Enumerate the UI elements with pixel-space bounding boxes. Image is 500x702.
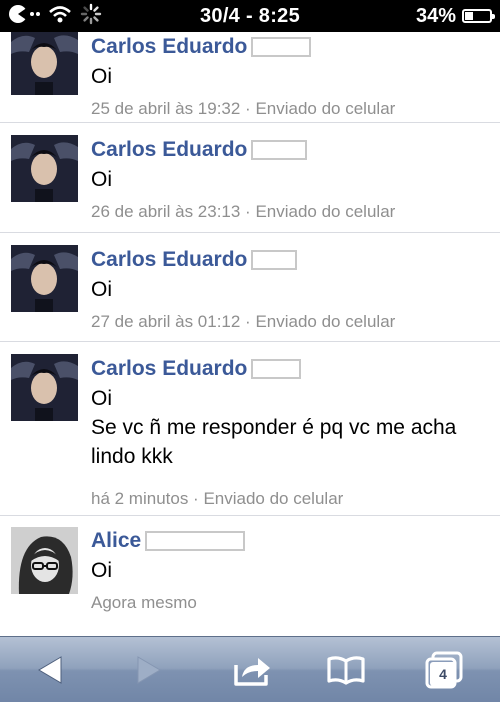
- message-timestamp: 27 de abril às 01:12 · Enviado do celula…: [91, 312, 396, 331]
- redacted-name-box: [251, 250, 298, 270]
- message-content: Carlos Eduardo Oi Se vc ñ me responder é…: [91, 356, 488, 509]
- avatar[interactable]: [11, 527, 78, 594]
- status-bar: 30/4 - 8:25 34%: [0, 0, 500, 32]
- redacted-name-box: [251, 37, 312, 57]
- bookmarks-button[interactable]: [316, 647, 376, 693]
- share-button[interactable]: [222, 647, 282, 693]
- avatar[interactable]: [11, 245, 78, 312]
- forward-arrow-icon: [134, 655, 164, 685]
- battery-percent: 34%: [415, 4, 456, 27]
- message-item[interactable]: Alice Oi Agora mesmo: [0, 516, 500, 636]
- browser-toolbar: 4: [0, 636, 500, 702]
- tabs-icon: 4: [419, 647, 469, 693]
- message-item[interactable]: Carlos Eduardo Oi 26 de abril às 23:13 ·…: [0, 123, 500, 233]
- battery-icon: [462, 9, 495, 23]
- back-arrow-icon: [35, 655, 65, 685]
- message-timestamp: há 2 minutos · Enviado do celular: [91, 489, 344, 508]
- forward-button[interactable]: [119, 647, 179, 693]
- message-item[interactable]: Carlos Eduardo Oi Se vc ñ me responder é…: [0, 342, 500, 516]
- avatar[interactable]: [11, 32, 78, 95]
- message-text: Oi: [91, 168, 112, 191]
- message-text: Se vc ñ me responder é pq vc me acha lin…: [91, 416, 457, 468]
- sender-name[interactable]: Carlos Eduardo: [91, 138, 247, 162]
- back-button[interactable]: [20, 647, 80, 693]
- tabs-button[interactable]: 4: [414, 647, 474, 693]
- battery-indicator: 34%: [415, 4, 495, 27]
- message-timestamp: 26 de abril às 23:13 · Enviado do celula…: [91, 202, 396, 221]
- sender-name[interactable]: Carlos Eduardo: [91, 248, 247, 272]
- message-content: Alice Oi Agora mesmo: [91, 528, 488, 613]
- message-item[interactable]: Carlos Eduardo Oi 27 de abril às 01:12 ·…: [0, 233, 500, 342]
- sender-name[interactable]: Alice: [91, 529, 141, 553]
- message-list[interactable]: Carlos Eduardo Oi 25 de abril às 19:32 ·…: [0, 32, 500, 636]
- message-text: Oi: [91, 387, 112, 410]
- battery-level: [465, 12, 474, 20]
- bookmarks-icon: [326, 655, 366, 685]
- redacted-name-box: [145, 531, 246, 551]
- avatar[interactable]: [11, 135, 78, 202]
- sender-name[interactable]: Carlos Eduardo: [91, 35, 247, 59]
- redacted-name-box: [251, 359, 302, 379]
- tab-count-badge: 4: [430, 662, 456, 686]
- message-text: Oi: [91, 278, 112, 301]
- message-timestamp: 25 de abril às 19:32 · Enviado do celula…: [91, 99, 396, 118]
- message-content: Carlos Eduardo Oi 26 de abril às 23:13 ·…: [91, 137, 488, 222]
- message-text: Oi: [91, 559, 112, 582]
- share-icon: [232, 653, 272, 687]
- redacted-name-box: [251, 140, 308, 160]
- message-content: Carlos Eduardo Oi 25 de abril às 19:32 ·…: [91, 34, 488, 119]
- sender-name[interactable]: Carlos Eduardo: [91, 357, 247, 381]
- avatar[interactable]: [11, 354, 78, 421]
- message-text: Oi: [91, 65, 112, 88]
- message-content: Carlos Eduardo Oi 27 de abril às 01:12 ·…: [91, 247, 488, 332]
- message-item[interactable]: Carlos Eduardo Oi 25 de abril às 19:32 ·…: [0, 32, 500, 123]
- message-timestamp: Agora mesmo: [91, 593, 197, 612]
